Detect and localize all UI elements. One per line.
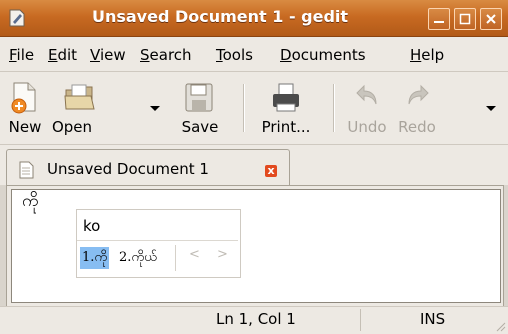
close-window-button[interactable] <box>480 8 502 30</box>
undo-label: Undo <box>347 118 387 136</box>
ime-next-page-icon[interactable]: > <box>217 247 228 262</box>
save-label: Save <box>181 118 219 136</box>
menu-file[interactable]: File <box>9 46 34 64</box>
floppy-save-icon <box>185 83 213 112</box>
redo-icon <box>408 84 429 105</box>
menu-search[interactable]: Search <box>140 46 192 64</box>
menu-view[interactable]: View <box>90 46 126 64</box>
folder-open-icon <box>64 84 95 110</box>
print-button[interactable]: Print... <box>256 80 316 140</box>
minimize-button[interactable] <box>428 8 450 30</box>
new-label: New <box>8 118 42 136</box>
print-label: Print... <box>261 118 311 136</box>
menu-edit[interactable]: Edit <box>48 46 77 64</box>
printer-icon <box>273 83 299 112</box>
ime-candidate-list: 1.ကို 2.ကိုယ် < > <box>79 243 238 273</box>
close-icon <box>486 14 496 24</box>
redo-label: Redo <box>398 118 436 136</box>
ime-prev-page-icon[interactable]: < <box>189 247 200 262</box>
new-document-icon <box>11 82 36 114</box>
open-label: Open <box>51 118 93 136</box>
resize-grip-icon[interactable] <box>494 320 506 332</box>
ime-candidate-1[interactable]: 1.ကို <box>80 247 110 269</box>
window-title: Unsaved Document 1 - gedit <box>91 7 349 26</box>
status-bar: Ln 1, Col 1 INS <box>0 306 508 334</box>
maximize-icon <box>459 13 471 25</box>
ime-separator <box>175 245 176 271</box>
toolbar-separator <box>333 84 335 132</box>
document-icon <box>19 161 34 179</box>
toolbar-separator <box>243 84 245 132</box>
new-button[interactable]: New <box>4 80 46 140</box>
menu-documents[interactable]: Documents <box>280 46 366 64</box>
menu-tools[interactable]: Tools <box>216 46 253 64</box>
menu-bar: File Edit View Search Tools Documents He… <box>0 37 508 72</box>
editor-text: ကို <box>22 191 39 211</box>
toolbar: New Open Save Print... Undo Redo <box>0 72 508 145</box>
ime-candidate-2[interactable]: 2.ကိုယ် <box>117 247 159 269</box>
open-button[interactable]: Open <box>50 80 110 140</box>
document-tab-bar: Unsaved Document 1 x <box>0 145 508 188</box>
status-separator <box>360 309 361 331</box>
ime-preedit: ko <box>83 217 101 235</box>
tab-label: Unsaved Document 1 <box>47 160 209 178</box>
ime-candidate-popup: ko 1.ကို 2.ကိုယ် < > <box>76 209 241 278</box>
undo-button[interactable]: Undo <box>343 80 391 140</box>
open-recent-dropdown[interactable] <box>150 106 160 111</box>
ime-divider <box>77 240 238 241</box>
cursor-position: Ln 1, Col 1 <box>216 310 296 328</box>
menu-help[interactable]: Help <box>410 46 444 64</box>
save-button[interactable]: Save <box>178 80 222 140</box>
toolbar-overflow-dropdown[interactable] <box>486 106 496 111</box>
maximize-button[interactable] <box>454 8 476 30</box>
undo-icon <box>356 84 377 105</box>
close-tab-icon[interactable]: x <box>265 165 277 177</box>
tab-unsaved-document-1[interactable]: Unsaved Document 1 x <box>6 149 290 188</box>
minimize-icon <box>434 21 444 23</box>
title-bar[interactable]: Unsaved Document 1 - gedit <box>0 0 508 37</box>
insert-mode: INS <box>420 310 446 328</box>
redo-button[interactable]: Redo <box>394 80 440 140</box>
